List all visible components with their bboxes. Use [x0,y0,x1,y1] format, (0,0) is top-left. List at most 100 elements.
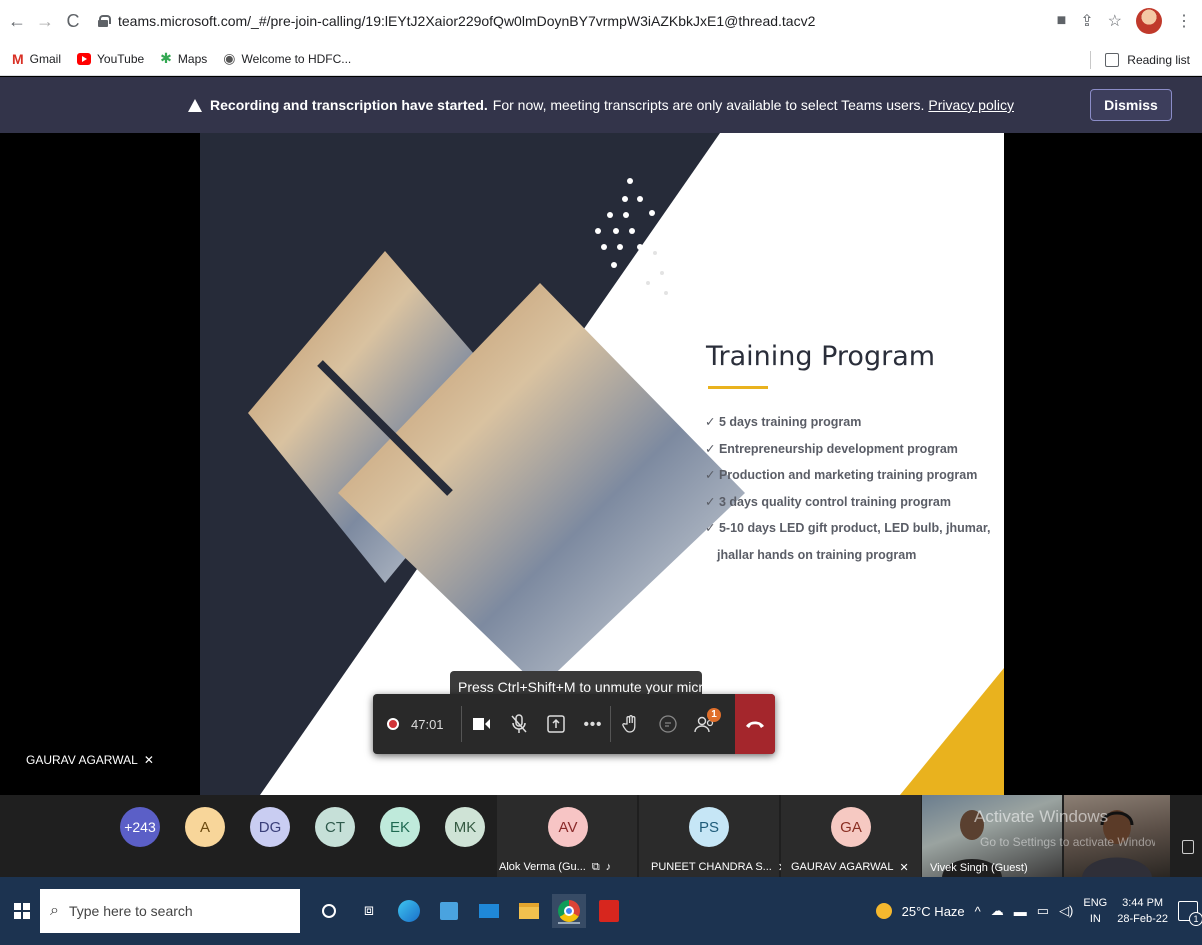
avatar-row: +243 A DG CT EK MK [120,807,485,847]
store-icon[interactable] [432,894,466,928]
divider [610,706,611,742]
dot-pattern-light [646,251,668,295]
forward-arrow-icon[interactable]: → [34,10,56,32]
leave-call-button[interactable] [735,694,775,754]
participants-button[interactable]: 1 [688,707,722,741]
windows-taskbar: ⌕ Type here to search ⧈ 25°C Haze ^ ☁ ▬ … [0,877,1202,945]
chat-icon [659,715,677,733]
bookmark-maps[interactable]: ✱ Maps [160,50,207,67]
battery-icon[interactable]: ▬ [1014,904,1027,919]
weather-icon [875,903,892,919]
video-camera-icon [473,718,490,730]
profile-avatar[interactable] [1136,8,1162,34]
star-icon[interactable]: ☆ [1108,11,1122,31]
maps-icon: ✱ [160,50,172,66]
active-indicator [558,922,580,924]
lock-icon [98,15,111,27]
participant-name: PUNEET CHANDRA S... ✕ [651,861,787,874]
search-icon: ⌕ [50,902,59,919]
address-bar[interactable]: teams.microsoft.com/_#/pre-join-calling/… [86,6,1052,36]
camera-icon[interactable]: ■ [1057,12,1067,30]
divider [461,706,462,742]
raise-hand-button[interactable] [614,707,648,741]
warning-icon [188,98,203,112]
hand-icon [622,715,636,733]
bookmark-gmail[interactable]: M Gmail [12,51,61,67]
share-icon[interactable]: ⇪ [1080,11,1093,31]
network-icon[interactable]: ▭ [1037,903,1049,919]
meeting-stage: Training Program 5 days training program… [0,133,1202,795]
bullet-item: Entrepreneurship development program [705,436,995,463]
mic-icon: ♪ [605,861,612,873]
windows-logo-icon [14,903,30,919]
privacy-policy-link[interactable]: Privacy policy [928,97,1014,113]
bullet-item: 3 days quality control training program [705,489,995,516]
camera-button[interactable] [465,707,499,741]
avatar: GA [831,807,871,847]
cloud-icon[interactable]: ☁ [991,903,1004,919]
chat-button[interactable] [651,707,685,741]
language-indicator[interactable]: ENG IN [1083,895,1107,927]
back-arrow-icon[interactable]: ← [6,10,28,32]
participants-badge: 1 [707,708,721,722]
bookmark-youtube[interactable]: YouTube [77,52,144,66]
task-view-icon[interactable]: ⧈ [352,894,386,928]
overflow-participants[interactable]: +243 [120,807,160,847]
mic-muted-icon: ✕ [899,862,909,874]
notification-icon[interactable]: 1 [1178,901,1202,926]
mail-icon[interactable] [472,894,506,928]
file-explorer-icon[interactable] [512,894,546,928]
recording-banner: Recording and transcription have started… [0,77,1202,133]
participant-tile[interactable]: AV Alok Verma (Gu... ⧉ ♪ [497,795,637,877]
bullet-item: 5-10 days LED gift product, LED bulb, jh… [705,515,995,542]
recording-icon [387,718,399,730]
divider [1090,51,1092,69]
reload-icon[interactable]: C [62,10,84,32]
banner-text: For now, meeting transcripts are only av… [492,97,925,113]
bullet-continuation: jhallar hands on training program [717,547,917,562]
avatar[interactable]: MK [445,807,485,847]
participant-tile[interactable]: GA GAURAV AGARWAL ✕ [781,795,921,877]
browser-toolbar: ← → C teams.microsoft.com/_#/pre-join-ca… [0,0,1202,42]
call-control-bar: 47:01 ••• 1 [373,694,775,754]
pop-out-icon[interactable] [1182,840,1194,854]
edge-icon[interactable] [392,894,426,928]
browser-actions: ■ ⇪ ☆ ⋮ [1057,8,1192,34]
mic-off-icon [511,714,527,733]
url-text: teams.microsoft.com/_#/pre-join-calling/… [118,13,816,29]
share-tray-icon [547,715,565,733]
screen-share-icon: ⧉ [591,861,600,873]
avatar: AV [548,807,588,847]
bullet-item: 5 days training program [705,409,995,436]
avatar[interactable]: DG [250,807,290,847]
yellow-corner-shape [900,668,1004,795]
chrome-icon[interactable] [552,894,586,928]
dismiss-button[interactable]: Dismiss [1090,89,1172,121]
reading-list-icon [1105,53,1120,67]
mic-muted-icon: ✕ [143,753,154,767]
volume-icon[interactable]: ◁) [1059,903,1073,919]
system-tray: 25°C Haze ^ ☁ ▬ ▭ ◁) ENG IN 3:44 PM 28-F… [875,877,1202,945]
clock[interactable]: 3:44 PM 28-Feb-22 [1117,895,1168,927]
avatar[interactable]: A [185,807,225,847]
ellipsis-icon: ••• [583,715,603,733]
avatar[interactable]: EK [380,807,420,847]
participant-tile[interactable]: PS PUNEET CHANDRA S... ✕ [639,795,787,877]
weather-text[interactable]: 25°C Haze [902,904,965,919]
mic-button[interactable] [502,707,536,741]
bookmark-hdfc[interactable]: ◉ Welcome to HDFC... [223,50,351,67]
taskbar-search[interactable]: ⌕ Type here to search [40,889,300,933]
bookmarks-bar: M Gmail YouTube ✱ Maps ◉ Welcome to HDFC… [0,42,1202,76]
acrobat-icon[interactable] [592,894,626,928]
participant-name: GAURAV AGARWAL ✕ [791,861,909,874]
avatar[interactable]: CT [315,807,355,847]
cortana-icon[interactable] [312,894,346,928]
kebab-menu-icon[interactable]: ⋮ [1176,11,1192,31]
chevron-up-icon[interactable]: ^ [975,904,981,919]
more-actions-button[interactable]: ••• [576,707,610,741]
start-button[interactable] [4,903,40,919]
search-placeholder: Type here to search [68,903,193,919]
reading-list[interactable]: Reading list [1090,51,1190,69]
share-screen-button[interactable] [539,707,573,741]
bullet-item: Production and marketing training progra… [705,462,995,489]
